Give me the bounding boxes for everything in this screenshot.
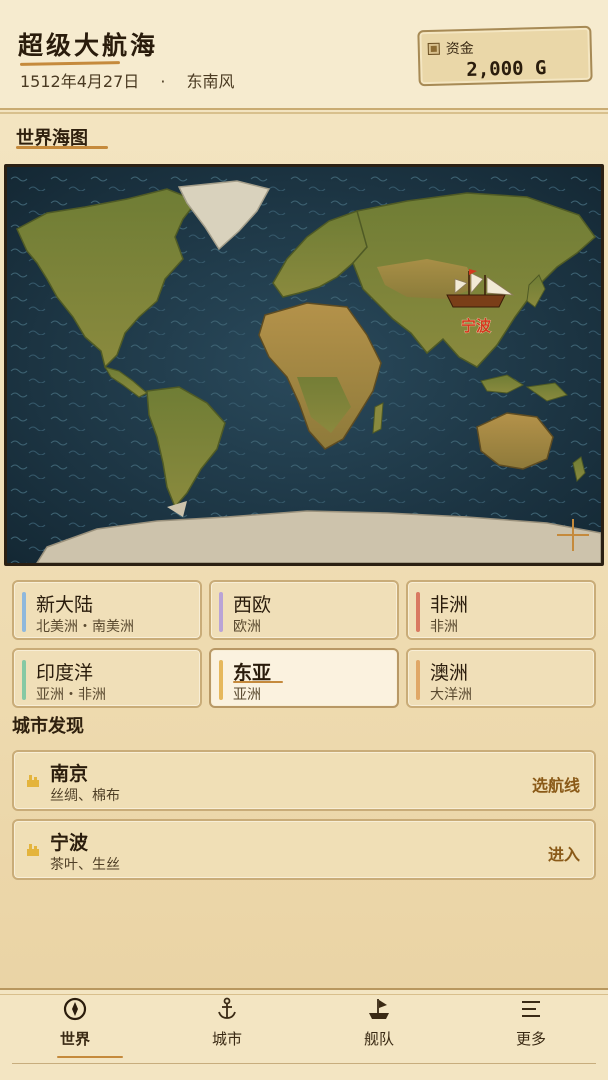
ship-icon xyxy=(369,999,389,1019)
cities-section-title: 城市发现 xyxy=(12,716,84,737)
city-card-nanjing[interactable]: 南京 丝绸、棉布 选航线 xyxy=(12,750,596,811)
date-wind-line: 1512年4月27日 · 东南风 xyxy=(20,68,251,92)
region-name: 西欧 xyxy=(233,594,272,616)
funds-label: 资金 xyxy=(445,40,475,58)
top-bar: 超级大航海 1512年4月27日 · 东南风 资金 2,000 G xyxy=(0,0,608,114)
nav-tab-more[interactable]: 更多 xyxy=(471,996,591,1056)
city-card-ningbo[interactable]: 宁波 茶叶、生丝 进入 xyxy=(12,819,596,880)
game-date: 1512年4月27日 xyxy=(20,72,140,91)
nav-label: 舰队 xyxy=(363,1030,394,1048)
region-name: 澳洲 xyxy=(430,662,469,684)
map-title-underline xyxy=(16,146,108,149)
nav-label: 更多 xyxy=(515,1030,546,1048)
nav-tab-world[interactable]: 世界 xyxy=(15,996,135,1058)
menu-icon xyxy=(522,1001,540,1017)
region-subtitle: 欧洲 xyxy=(233,619,261,635)
region-color-bar xyxy=(219,660,223,700)
region-color-bar xyxy=(22,660,26,700)
nav-tab-city[interactable]: 城市 xyxy=(167,996,287,1056)
city-building-icon xyxy=(27,775,39,787)
anchor-icon xyxy=(218,997,236,1019)
world-map-canvas: 宁波 xyxy=(7,167,601,563)
coin-icon xyxy=(427,42,440,56)
bottom-nav: 世界 城市 舰队 更多 xyxy=(0,988,608,1080)
nav-bottom-rule xyxy=(12,1063,596,1064)
region-card-western-europe[interactable]: 西欧 欧洲 xyxy=(209,580,399,640)
region-color-bar xyxy=(416,660,420,700)
world-map[interactable]: 宁波 xyxy=(4,164,604,566)
region-name: 新大陆 xyxy=(36,594,94,616)
nav-label: 城市 xyxy=(211,1030,242,1048)
marker-city-label: 宁波 xyxy=(461,317,492,335)
wind-direction: 东南风 xyxy=(186,72,235,91)
nav-label: 世界 xyxy=(59,1030,90,1048)
city-goods: 丝绸、棉布 xyxy=(50,788,120,804)
region-name: 印度洋 xyxy=(36,662,94,684)
nav-tab-fleet[interactable]: 舰队 xyxy=(319,996,439,1056)
selected-underline xyxy=(233,681,283,683)
region-subtitle: 非洲 xyxy=(430,619,458,635)
region-subtitle: 北美洲・南美洲 xyxy=(36,619,134,635)
compass-icon xyxy=(63,997,87,1021)
region-card-indian-ocean[interactable]: 印度洋 亚洲・非洲 xyxy=(12,648,202,708)
separator-dot: · xyxy=(160,72,166,91)
enter-city-button[interactable]: 进入 xyxy=(548,841,580,865)
select-route-button[interactable]: 选航线 xyxy=(532,772,580,796)
city-name: 宁波 xyxy=(50,832,89,854)
region-subtitle: 大洋洲 xyxy=(430,687,472,703)
region-card-africa[interactable]: 非洲 非洲 xyxy=(406,580,596,640)
title-underline xyxy=(19,61,121,66)
funds-panel: 资金 2,000 G xyxy=(417,25,593,87)
region-name: 非洲 xyxy=(430,594,469,616)
region-card-east-asia[interactable]: 东亚 亚洲 xyxy=(209,648,399,708)
region-color-bar xyxy=(416,592,420,632)
region-subtitle: 亚洲 xyxy=(233,687,261,703)
region-card-australia[interactable]: 澳洲 大洋洲 xyxy=(406,648,596,708)
city-building-icon xyxy=(27,844,39,856)
region-card-new-world[interactable]: 新大陆 北美洲・南美洲 xyxy=(12,580,202,640)
city-name: 南京 xyxy=(50,763,89,785)
active-tab-underline xyxy=(57,1056,123,1058)
region-color-bar xyxy=(219,592,223,632)
region-subtitle: 亚洲・非洲 xyxy=(36,687,106,703)
game-title: 超级大航海 xyxy=(18,31,159,60)
city-goods: 茶叶、生丝 xyxy=(50,857,120,873)
region-color-bar xyxy=(22,592,26,632)
funds-value: 2,000 G xyxy=(466,56,547,82)
